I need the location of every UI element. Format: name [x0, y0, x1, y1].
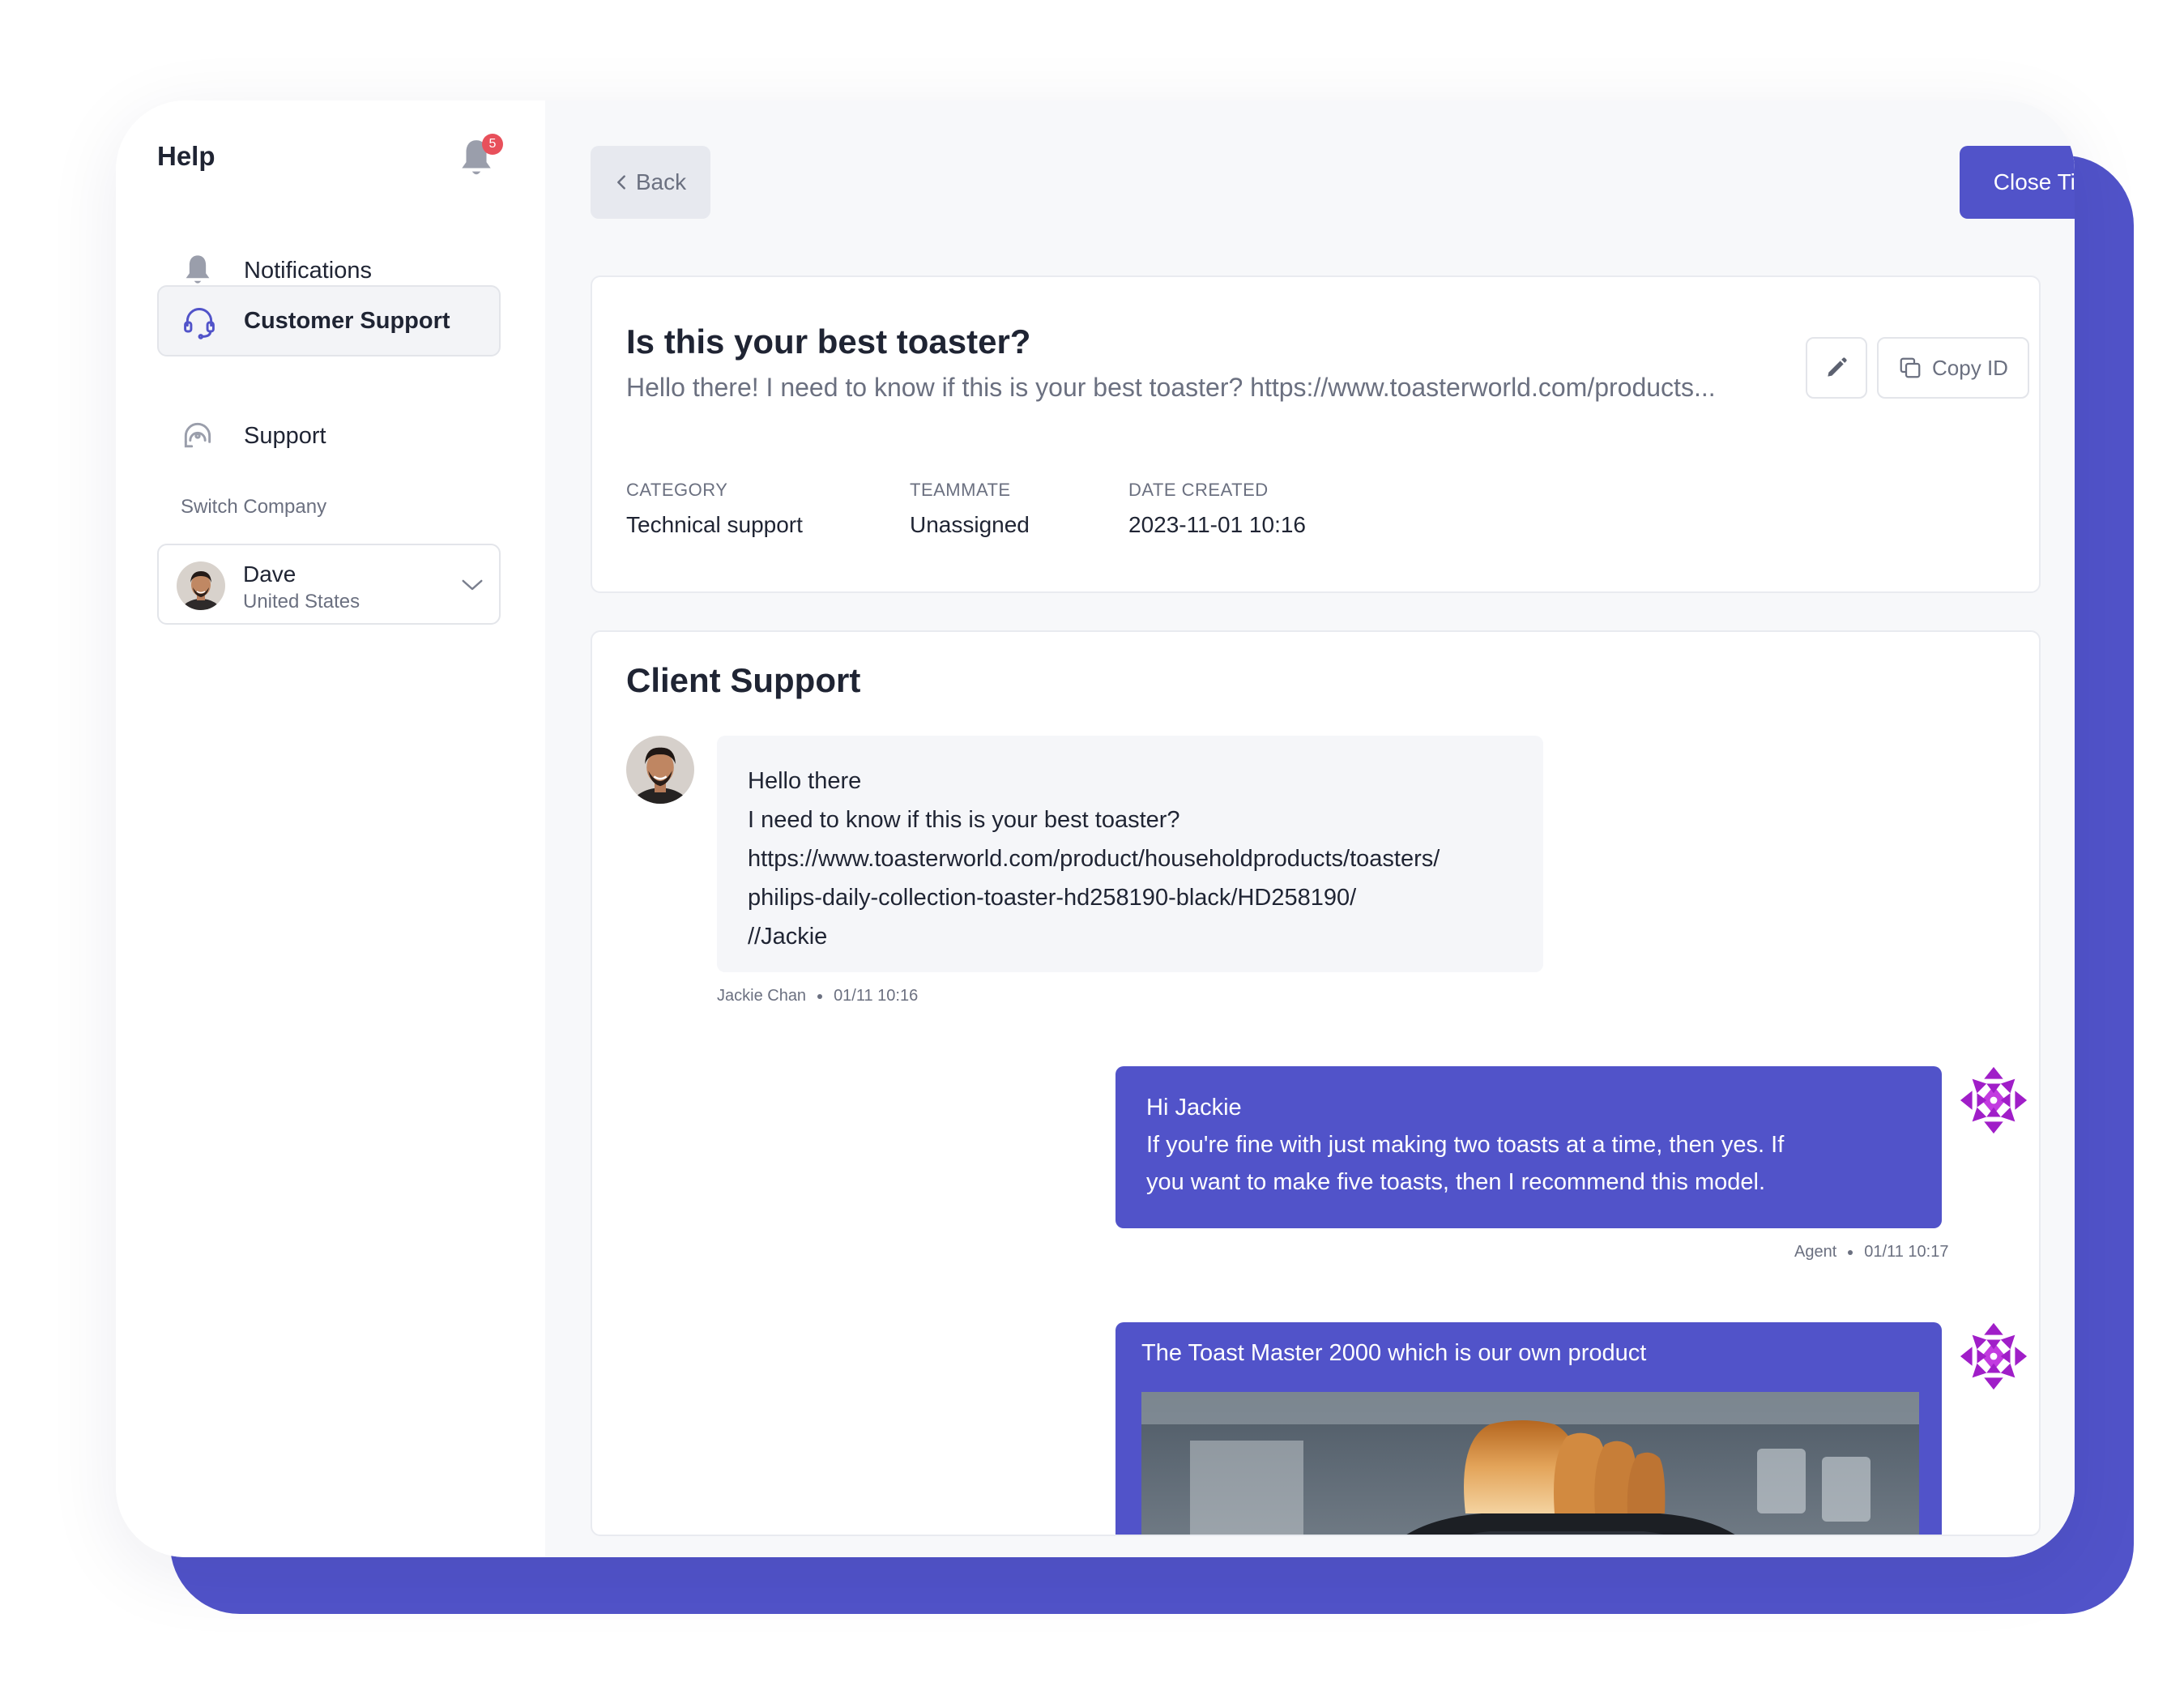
agent-message-bubble: Hi Jackie If you're fine with just makin… [1115, 1066, 1942, 1228]
message-line: If you're fine with just making two toas… [1146, 1132, 1785, 1158]
chat-title: Client Support [626, 661, 861, 699]
toaster-product-image[interactable] [1141, 1392, 1919, 1536]
back-button[interactable]: Back [591, 146, 710, 219]
message-line: Hello there [748, 768, 862, 794]
support-agent-icon [184, 422, 211, 448]
meta-value: Technical support [626, 512, 803, 537]
message-line: //Jackie [748, 924, 828, 950]
message-line: you want to make five toasts, then I rec… [1146, 1169, 1766, 1195]
app-window: Help 5 Notifications Customer Support Su… [116, 100, 2075, 1557]
main-content: Back Close Ticket Is this your best toas… [545, 100, 2075, 1557]
separator-dot [1848, 1249, 1853, 1255]
headset-icon [184, 308, 215, 339]
client-support-chat: Client Support Hello there I need to kno… [591, 630, 2041, 1536]
client-message-meta: Jackie Chan 01/11 10:16 [717, 987, 918, 1005]
avatar [177, 561, 225, 610]
bell-icon [186, 255, 210, 284]
meta-label: DATE CREATED [1128, 480, 1269, 500]
edit-ticket-button[interactable] [1806, 337, 1867, 399]
separator-dot [817, 993, 823, 999]
ticket-category: CATEGORY Technical support [626, 480, 803, 538]
product-caption: The Toast Master 2000 which is our own p… [1141, 1340, 1647, 1366]
message-time: 01/11 10:16 [834, 987, 919, 1005]
company-country: United States [243, 591, 360, 613]
company-switcher[interactable]: Dave United States [157, 544, 501, 625]
sidebar-item-label: Notifications [244, 257, 372, 284]
message-author: Jackie Chan [717, 987, 807, 1005]
message-link[interactable]: https://www.toasterworld.com/product/hou… [748, 839, 1512, 878]
agent-avatar [1958, 1321, 2029, 1392]
company-name: Dave [243, 561, 296, 587]
agent-product-message: The Toast Master 2000 which is our own p… [1115, 1322, 1942, 1536]
meta-value: 2023-11-01 10:16 [1128, 512, 1306, 537]
ticket-teammate: TEAMMATE Unassigned [910, 480, 1030, 538]
ticket-preview: Hello there! I need to know if this is y… [626, 373, 1716, 402]
back-button-label: Back [635, 169, 687, 194]
sidebar: Help 5 Notifications Customer Support Su… [116, 100, 545, 1557]
message-time: 01/11 10:17 [1864, 1243, 1949, 1261]
notification-count-badge: 5 [482, 134, 503, 155]
sidebar-item-label: Support [244, 422, 326, 449]
close-ticket-button[interactable]: Close Ticket [1960, 146, 2075, 219]
copy-id-button[interactable]: Copy ID [1877, 337, 2029, 399]
message-link[interactable]: philips-daily-collection-toaster-hd25819… [748, 878, 1512, 917]
pencil-icon [1828, 357, 1847, 377]
copy-id-label: Copy ID [1932, 355, 2008, 380]
sidebar-title: Help [157, 141, 215, 171]
ticket-title: Is this your best toaster? [626, 322, 1031, 361]
ticket-details-card: Is this your best toaster? Hello there! … [591, 275, 2041, 593]
message-line: I need to know if this is your best toas… [748, 807, 1180, 833]
meta-value: Unassigned [910, 512, 1030, 537]
meta-label: TEAMMATE [910, 480, 1011, 500]
ticket-date-created: DATE CREATED 2023-11-01 10:16 [1128, 480, 1306, 538]
message-author: Agent [1794, 1243, 1837, 1261]
message-line: Hi Jackie [1146, 1095, 1242, 1121]
sidebar-item-support[interactable]: Support [157, 400, 501, 472]
chevron-left-icon [616, 175, 625, 190]
chevron-down-icon[interactable] [460, 574, 484, 596]
switch-company-label: Switch Company [181, 496, 327, 518]
agent-avatar [1958, 1065, 2029, 1136]
copy-icon [1900, 357, 1921, 378]
sidebar-item-label: Customer Support [244, 307, 450, 334]
meta-label: CATEGORY [626, 480, 728, 500]
client-avatar [626, 736, 694, 804]
agent-message-meta: Agent 01/11 10:17 [1794, 1243, 1948, 1262]
client-message-bubble: Hello there I need to know if this is yo… [717, 736, 1543, 972]
sidebar-item-customer-support[interactable]: Customer Support [157, 285, 501, 356]
